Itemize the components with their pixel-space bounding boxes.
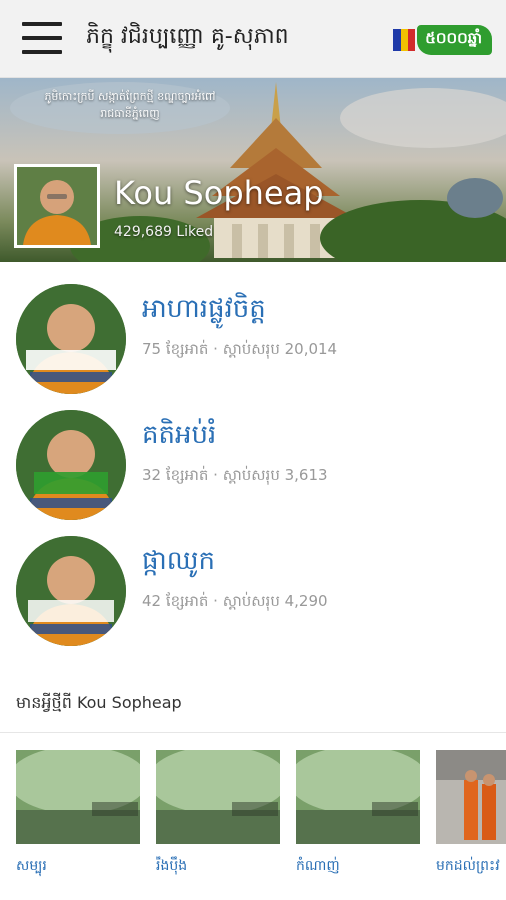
- album-thumbnail: [16, 536, 126, 646]
- section-heading: មានអ្វីថ្មីពី Kou Sopheap: [16, 693, 182, 712]
- album-thumbnail: [16, 284, 126, 394]
- video-thumbnail: [296, 750, 420, 844]
- banner-caption: ភូមិកោះក្របី សង្កាត់ព្រែកថ្មី ខណ្ឌច្បារអ…: [44, 90, 216, 120]
- video-title: មកដល់ព្រះវ: [436, 858, 500, 874]
- hamburger-menu-icon[interactable]: [22, 22, 62, 54]
- video-item[interactable]: សម្បុរ: [16, 750, 140, 877]
- video-item[interactable]: មកដល់ព្រះវ: [436, 750, 506, 877]
- video-thumbnail: [16, 750, 140, 844]
- profile-photo[interactable]: [14, 164, 100, 248]
- album-item[interactable]: ផ្កាឈូក 42 ខ្សែអាត់ · ស្តាប់សរុប 4,290: [0, 536, 506, 662]
- video-item[interactable]: កំណាញ់: [296, 750, 420, 877]
- album-meta: 32 ខ្សែអាត់ · ស្តាប់សរុប 3,613: [142, 466, 328, 484]
- album-item[interactable]: អាហារផ្លូវចិត្ត 75 ខ្សែអាត់ · ស្តាប់សរុប…: [0, 284, 506, 410]
- video-thumbnail: [436, 750, 506, 844]
- profile-name: Kou Sopheap: [114, 174, 324, 212]
- album-meta: 42 ខ្សែអាត់ · ស្តាប់សរុប 4,290: [142, 592, 328, 610]
- album-title: ផ្កាឈូក: [142, 546, 215, 576]
- brand-badge: ៥០០០ឆ្នាំ: [417, 25, 492, 55]
- video-thumbnail: [156, 750, 280, 844]
- video-title: សម្បុរ: [16, 858, 47, 874]
- album-title: អាហារផ្លូវចិត្ត: [142, 294, 266, 324]
- app-bar: ភិក្ខុ វជិរប្បញ្ញោ គូ-សុភាព ៥០០០ឆ្នាំ: [0, 0, 506, 78]
- video-title: កំណាញ់: [296, 858, 340, 874]
- profile-likes-count: 429,689 Liked: [114, 224, 214, 240]
- profile-banner: ភូមិកោះក្របី សង្កាត់ព្រែកថ្មី ខណ្ឌច្បារអ…: [0, 78, 506, 262]
- buddhist-flag-icon: [393, 29, 416, 51]
- album-title: គតិអប់រំ: [142, 420, 217, 450]
- video-item[interactable]: រឹងប៉ឹង: [156, 750, 280, 877]
- album-item[interactable]: គតិអប់រំ 32 ខ្សែអាត់ · ស្តាប់សរុប 3,613: [0, 410, 506, 536]
- app-title: ភិក្ខុ វជិរប្បញ្ញោ គូ-សុភាព: [86, 24, 289, 49]
- section-divider: [0, 732, 506, 733]
- brand-logo[interactable]: ៥០០០ឆ្នាំ: [393, 22, 492, 58]
- album-thumbnail: [16, 410, 126, 520]
- album-meta: 75 ខ្សែអាត់ · ស្តាប់សរុប 20,014: [142, 340, 338, 358]
- video-title: រឹងប៉ឹង: [156, 858, 188, 874]
